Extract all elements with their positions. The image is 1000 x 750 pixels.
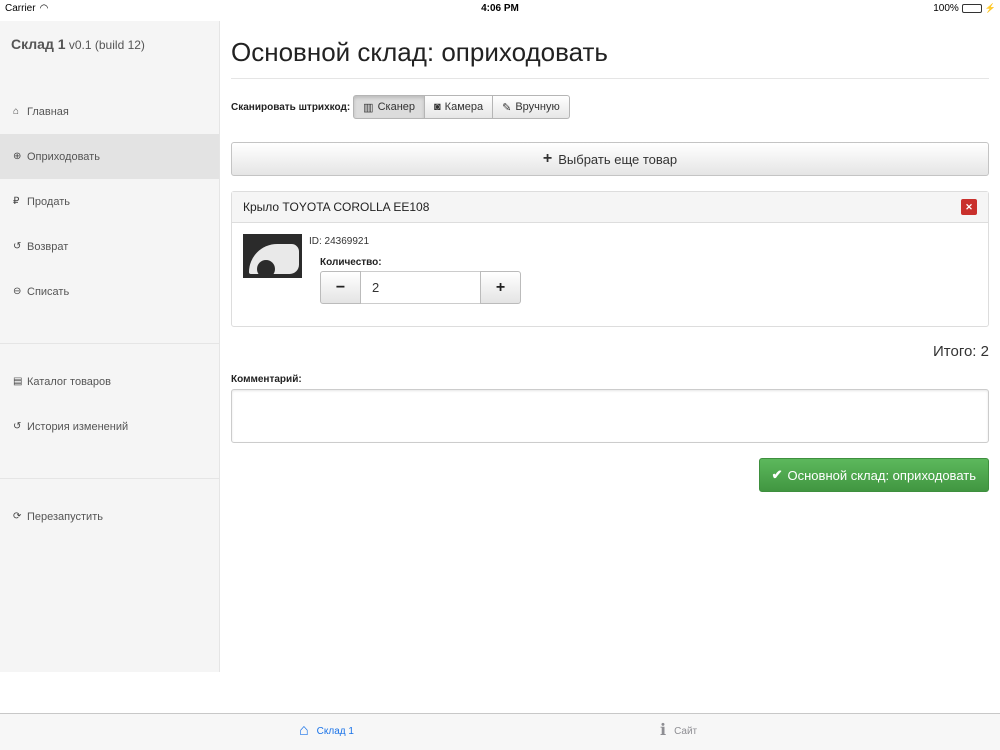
sidebar-item-label: Списать <box>27 285 70 298</box>
status-bar: Carrier ◠ 4:06 PM 100% ⚡ <box>0 0 1000 16</box>
scan-manual-button[interactable]: ✎ Вручную <box>493 95 570 119</box>
history-icon: ↺ <box>13 421 22 432</box>
plus-icon: + <box>542 150 553 167</box>
sidebar-divider <box>0 314 219 344</box>
product-title: Крыло TOYOTA COROLLA EE108 <box>243 200 430 214</box>
tab-label: Склад 1 <box>316 725 354 737</box>
decrease-quantity-button[interactable]: − <box>320 271 361 304</box>
sidebar-item-label: История изменений <box>27 420 129 433</box>
battery-info: 100% ⚡ <box>933 3 996 14</box>
sidebar-item-receive[interactable]: ⊕ Оприходовать <box>0 134 219 179</box>
scan-option-label: Вручную <box>515 101 560 113</box>
archive-icon: ▤ <box>13 376 23 387</box>
ruble-icon: ₽ <box>13 196 20 207</box>
sidebar-item-label: Каталог товаров <box>27 375 111 388</box>
sidebar-item-label: Оприходовать <box>27 150 100 163</box>
battery-icon <box>961 4 982 13</box>
product-id: ID: 24369921 <box>309 236 370 247</box>
quantity-input[interactable] <box>361 271 480 304</box>
sidebar-item-home[interactable]: ⌂ Главная <box>0 89 219 134</box>
tab-warehouse[interactable]: ⌂ Склад 1 <box>299 723 354 739</box>
product-panel-header: Крыло TOYOTA COROLLA EE108 ✕ <box>232 192 988 223</box>
title-divider <box>231 78 989 79</box>
home-icon: ⌂ <box>299 722 309 739</box>
product-panel: Крыло TOYOTA COROLLA EE108 ✕ ID: 2436992… <box>231 191 989 327</box>
sidebar-item-return[interactable]: ↺ Возврат <box>0 224 219 269</box>
sidebar-item-history[interactable]: ↺ История изменений <box>0 404 219 449</box>
product-panel-body: ID: 24369921 Количество: − + <box>232 223 988 326</box>
quantity-label: Количество: <box>320 257 382 268</box>
scan-mode-group: ▥ Сканер ◙ Камера ✎ Вручную <box>353 95 570 119</box>
check-icon: ✔ <box>771 467 783 482</box>
sidebar: Склад 1 v0.1 (build 12) ⌂ Главная ⊕ Опри… <box>0 21 220 672</box>
app-name: Склад 1 <box>11 36 66 52</box>
sidebar-item-write-off[interactable]: ⊖ Списать <box>0 269 219 314</box>
scan-option-label: Сканер <box>377 101 416 113</box>
sidebar-item-label: Главная <box>27 105 69 118</box>
comment-field[interactable] <box>231 389 989 443</box>
undo-icon: ↺ <box>13 241 22 252</box>
refresh-icon: ⟳ <box>13 511 22 522</box>
sidebar-item-label: Продать <box>27 195 70 208</box>
scan-option-label: Камера <box>444 101 484 113</box>
sidebar-item-label: Возврат <box>27 240 69 253</box>
tab-label: Сайт <box>674 725 698 737</box>
sidebar-item-catalog[interactable]: ▤ Каталог товаров <box>0 359 219 404</box>
sidebar-item-label: Перезапустить <box>27 510 103 523</box>
sidebar-item-sell[interactable]: ₽ Продать <box>0 179 219 224</box>
comment-label: Комментарий: <box>231 374 302 385</box>
product-image <box>243 234 302 278</box>
scan-barcode-row: Сканировать штрихкод: ▥ Сканер ◙ Камера … <box>231 95 989 119</box>
product-details: ID: 24369921 Количество: − + <box>309 234 521 304</box>
close-icon: ✕ <box>965 201 973 212</box>
app-brand: Склад 1 v0.1 (build 12) <box>0 21 219 89</box>
barcode-icon: ▥ <box>363 101 374 114</box>
battery-percent: 100% <box>933 3 959 14</box>
app-version: v0.1 (build 12) <box>68 38 145 52</box>
info-icon: ℹ <box>660 722 667 739</box>
submit-row: ✔ Основной склад: оприходовать <box>231 458 989 492</box>
page-title: Основной склад: оприходовать <box>231 37 608 67</box>
edit-icon: ✎ <box>502 101 512 114</box>
charging-icon: ⚡ <box>984 3 996 13</box>
tab-bar: ⌂ Склад 1 ℹ Сайт <box>0 713 1000 750</box>
minus-icon: − <box>335 278 346 296</box>
scan-label: Сканировать штрихкод: <box>231 101 351 113</box>
camera-icon: ◙ <box>434 101 441 113</box>
add-item-label: Выбрать еще товар <box>558 151 678 167</box>
add-item-button[interactable]: + Выбрать еще товар <box>231 142 989 176</box>
quantity-stepper: − + <box>320 271 521 304</box>
status-time: 4:06 PM <box>481 3 519 14</box>
plus-circle-icon: ⊕ <box>13 151 22 162</box>
total-count: Итого: 2 <box>933 343 989 360</box>
submit-receive-button[interactable]: ✔ Основной склад: оприходовать <box>758 458 989 492</box>
main-content: Основной склад: оприходовать Сканировать… <box>231 21 989 492</box>
remove-product-button[interactable]: ✕ <box>961 199 977 215</box>
home-icon: ⌂ <box>13 106 20 117</box>
scan-scanner-button[interactable]: ▥ Сканер <box>353 95 426 119</box>
submit-label: Основной склад: оприходовать <box>787 467 976 483</box>
plus-icon: + <box>495 278 506 296</box>
sidebar-divider <box>0 449 219 479</box>
scan-camera-button[interactable]: ◙ Камера <box>425 95 494 119</box>
minus-circle-icon: ⊖ <box>13 286 22 297</box>
tab-site[interactable]: ℹ Сайт <box>660 723 697 739</box>
increase-quantity-button[interactable]: + <box>480 271 521 304</box>
sidebar-item-restart[interactable]: ⟳ Перезапустить <box>0 494 219 539</box>
